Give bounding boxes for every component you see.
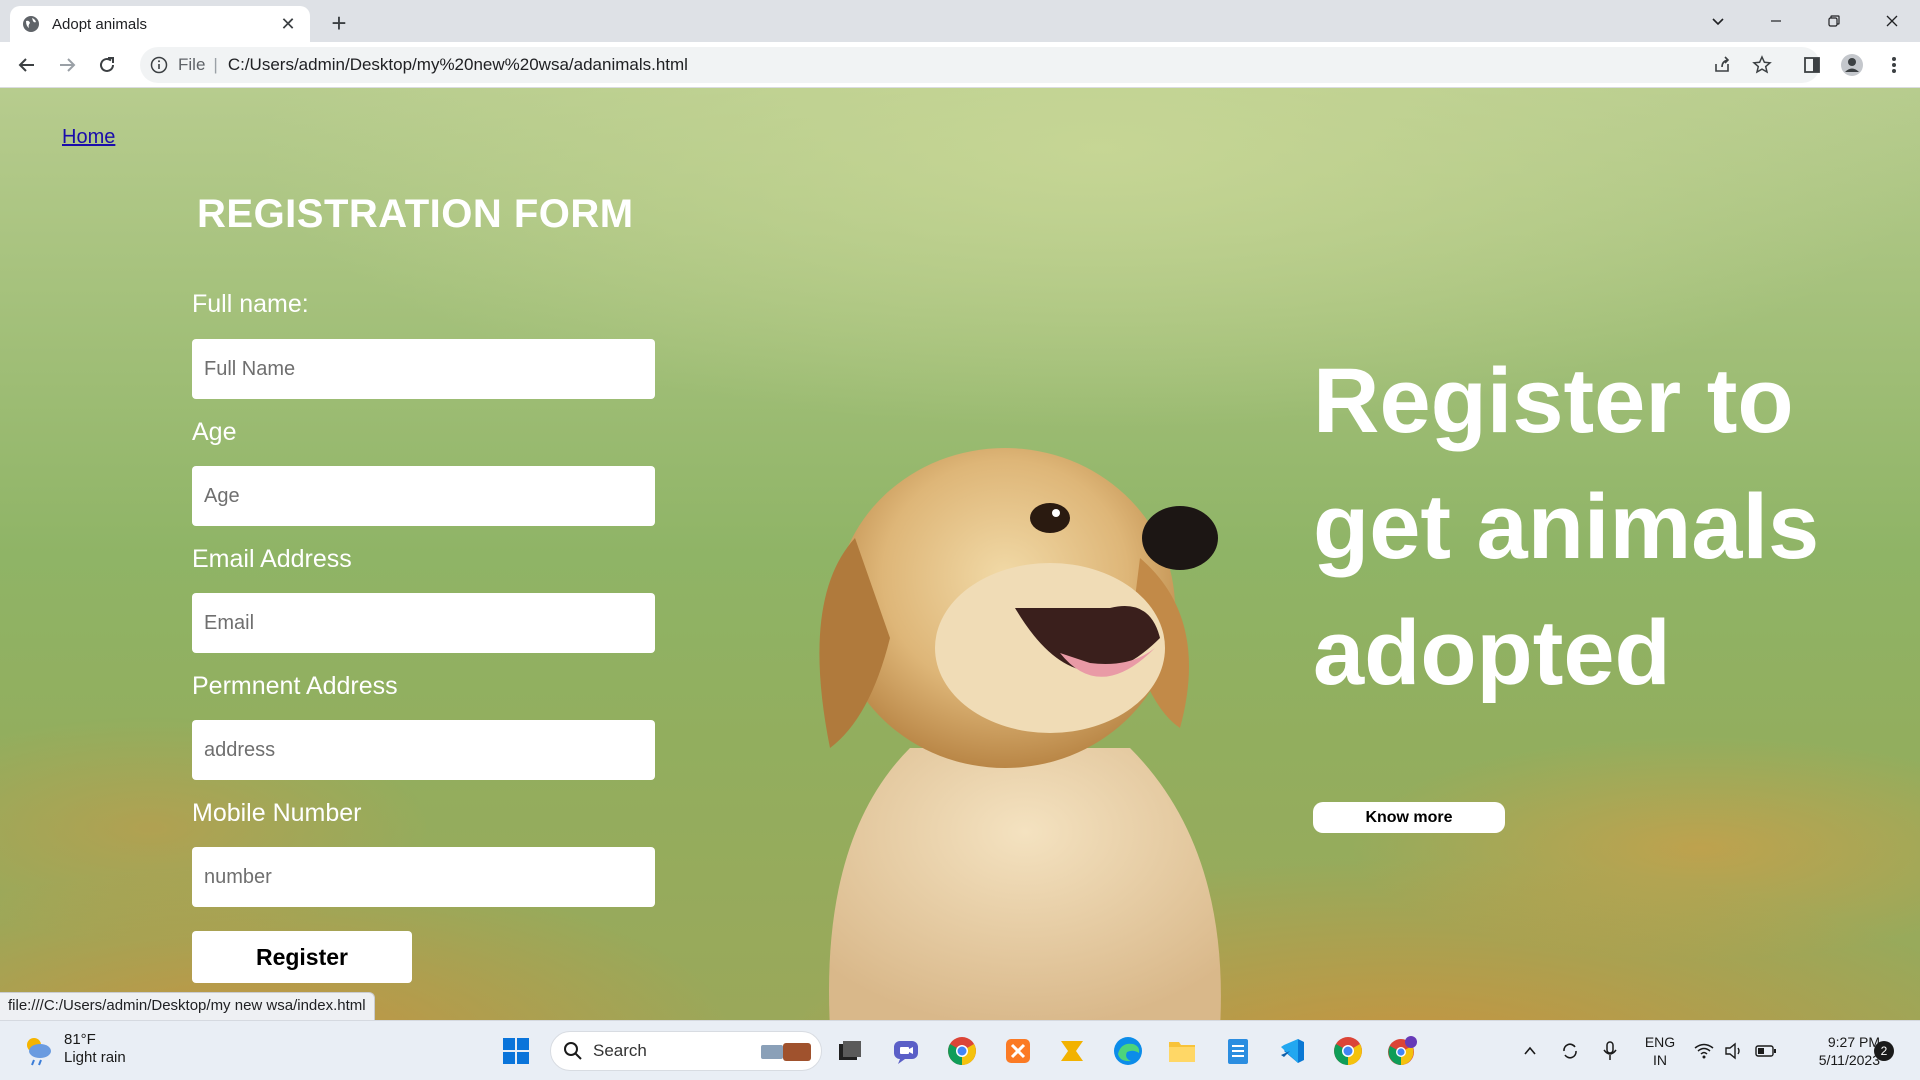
weather-temp: 81°F	[64, 1031, 96, 1048]
hero-heading: Register to get animals adopted	[1313, 350, 1820, 704]
xampp-icon[interactable]	[998, 1031, 1038, 1071]
mobile-input[interactable]	[192, 847, 655, 907]
microphone-icon[interactable]	[1590, 1031, 1630, 1071]
search-icon	[564, 1042, 582, 1060]
new-tab-button[interactable]: +	[322, 6, 356, 40]
reload-icon[interactable]	[91, 49, 123, 81]
chrome-profile-icon[interactable]	[1382, 1031, 1422, 1071]
sidepanel-icon[interactable]	[1796, 49, 1828, 81]
tab-search-icon[interactable]	[1690, 0, 1746, 42]
mobile-label: Mobile Number	[192, 799, 362, 827]
battery-icon[interactable]	[1746, 1031, 1786, 1071]
language-line1: ENG	[1644, 1034, 1676, 1050]
clock-time: 9:27 PM	[1827, 1034, 1880, 1050]
address-bar[interactable]: File | C:/Users/admin/Desktop/my%20new%2…	[140, 47, 1820, 83]
search-highlight-icon	[761, 1043, 811, 1061]
know-more-button[interactable]: Know more	[1313, 802, 1505, 833]
notepad-icon[interactable]	[1218, 1031, 1258, 1071]
weather-rain-icon	[27, 1038, 51, 1066]
register-button[interactable]: Register	[192, 931, 412, 983]
tab-close-icon[interactable]: ✕	[278, 14, 298, 35]
puppy-image	[819, 448, 1221, 1020]
full-name-input[interactable]	[192, 339, 655, 399]
page-viewport: Home REGISTRATION FORM Full name: Age Em…	[0, 88, 1920, 1020]
clock-date: 5/11/2023	[1818, 1052, 1880, 1068]
tab-strip: Adopt animals ✕ +	[0, 0, 1920, 42]
email-label: Email Address	[192, 545, 352, 573]
share-icon[interactable]	[1706, 49, 1738, 81]
chrome-active-icon[interactable]	[1328, 1031, 1368, 1071]
browser-tab[interactable]: Adopt animals ✕	[10, 6, 310, 42]
address-scheme: File	[178, 55, 206, 74]
edge-icon[interactable]	[1108, 1031, 1148, 1071]
back-icon[interactable]	[11, 49, 43, 81]
explorer-icon[interactable]	[1162, 1031, 1202, 1071]
app-yellow-icon[interactable]	[1052, 1031, 1092, 1071]
tab-title: Adopt animals	[52, 15, 148, 33]
windows-start-icon[interactable]	[496, 1031, 536, 1071]
home-link[interactable]: Home	[62, 126, 115, 149]
weather-widget[interactable]: 81°F Light rain	[20, 1031, 126, 1067]
email-input[interactable]	[192, 593, 655, 653]
address-input[interactable]	[192, 720, 655, 780]
globe-icon	[23, 16, 39, 32]
chrome-icon[interactable]	[942, 1031, 982, 1071]
language-indicator[interactable]: ENG IN	[1640, 1033, 1680, 1069]
task-view-icon[interactable]	[830, 1031, 870, 1071]
vscode-icon[interactable]	[1272, 1031, 1312, 1071]
profile-icon[interactable]	[1836, 49, 1868, 81]
taskbar-search[interactable]: Search	[550, 1031, 822, 1071]
windows-taskbar: 81°F Light rain Search ENG IN 9:27 PM 5/…	[0, 1020, 1920, 1080]
browser-toolbar: File | C:/Users/admin/Desktop/my%20new%2…	[0, 42, 1920, 88]
teams-chat-icon[interactable]	[886, 1031, 926, 1071]
address-separator: |	[213, 55, 218, 74]
close-window-icon[interactable]	[1864, 0, 1920, 42]
chevron-up-icon[interactable]	[1510, 1031, 1550, 1071]
sync-icon[interactable]	[1550, 1031, 1590, 1071]
language-line2: IN	[1653, 1052, 1667, 1068]
restore-icon[interactable]	[1806, 0, 1862, 42]
forward-icon[interactable]	[51, 49, 83, 81]
minimize-icon[interactable]	[1748, 0, 1804, 42]
notification-badge[interactable]: 2	[1874, 1041, 1894, 1061]
form-title: REGISTRATION FORM	[197, 192, 634, 236]
info-icon[interactable]	[150, 56, 168, 74]
star-icon[interactable]	[1746, 49, 1778, 81]
menu-icon[interactable]	[1878, 49, 1910, 81]
full-name-label: Full name:	[192, 290, 309, 318]
weather-desc: Light rain	[64, 1049, 126, 1066]
status-url-bubble: file:///C:/Users/admin/Desktop/my new ws…	[0, 992, 375, 1020]
search-label: Search	[593, 1041, 647, 1060]
clock[interactable]: 9:27 PM 5/11/2023	[1790, 1033, 1880, 1069]
age-label: Age	[192, 418, 237, 446]
address-label: Permnent Address	[192, 672, 398, 700]
address-url[interactable]: C:/Users/admin/Desktop/my%20new%20wsa/ad…	[228, 55, 688, 75]
age-input[interactable]	[192, 466, 655, 526]
